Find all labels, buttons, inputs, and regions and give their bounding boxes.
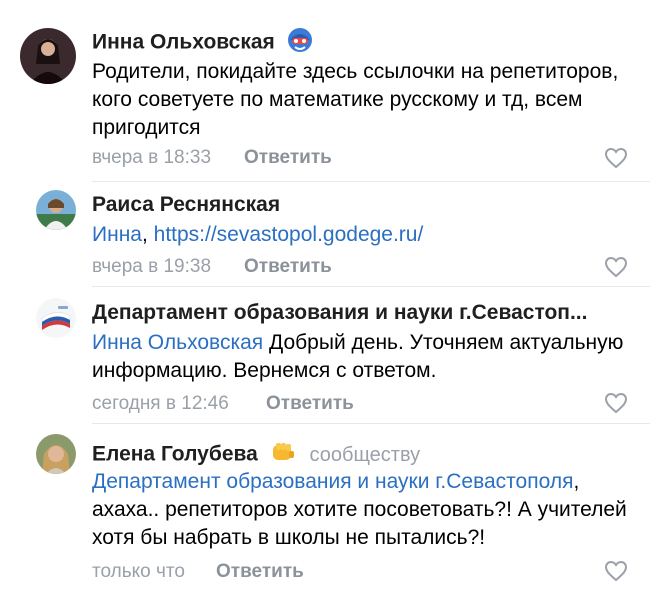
reply-button[interactable]: Ответить bbox=[244, 256, 332, 278]
mention-link[interactable]: Департамент образования и науки г.Севаст… bbox=[92, 470, 573, 493]
comment-time: вчера в 19:38 bbox=[92, 256, 212, 277]
comment-time: только что bbox=[92, 561, 185, 582]
comment-text: Родители, покидайте здесь ссылочки на ре… bbox=[92, 60, 619, 139]
mention-link[interactable]: Инна bbox=[92, 223, 142, 246]
recipient-tag: сообществу bbox=[309, 443, 421, 466]
avatar[interactable] bbox=[20, 28, 76, 84]
comment-text: Инна, https://sevastopol.godege.ru/ bbox=[92, 223, 424, 246]
like-heart-icon[interactable] bbox=[604, 392, 628, 414]
url-link[interactable]: https://sevastopol.godege.ru/ bbox=[154, 223, 424, 246]
avatar[interactable] bbox=[36, 190, 76, 230]
like-heart-icon[interactable] bbox=[604, 560, 628, 582]
author-name[interactable]: Инна Ольховская bbox=[92, 31, 275, 54]
avatar[interactable] bbox=[36, 434, 76, 474]
fist-emoji-icon bbox=[270, 440, 296, 470]
comment-author[interactable]: Елена Голубева сообществу bbox=[92, 440, 420, 470]
reply-button[interactable]: Ответить bbox=[244, 147, 332, 169]
author-name[interactable]: Елена Голубева bbox=[92, 443, 258, 466]
hero-badge-icon bbox=[287, 26, 313, 60]
divider bbox=[92, 286, 650, 287]
reply-button[interactable]: Ответить bbox=[216, 561, 304, 583]
comment-text: Департамент образования и науки г.Севаст… bbox=[92, 468, 630, 552]
comment-time: вчера в 18:33 bbox=[92, 147, 212, 168]
like-heart-icon[interactable] bbox=[604, 256, 628, 278]
avatar[interactable] bbox=[36, 298, 76, 338]
comment-author[interactable]: Раиса Реснянская bbox=[92, 193, 280, 217]
mention-link[interactable]: Инна Ольховская bbox=[92, 331, 263, 354]
reply-button[interactable]: Ответить bbox=[266, 393, 354, 415]
comment-author[interactable]: Департамент образования и науки г.Севаст… bbox=[92, 301, 587, 325]
comment-text: Инна Ольховская Добрый день. Уточняем ак… bbox=[92, 329, 630, 385]
comment-time: сегодня в 12:46 bbox=[92, 393, 229, 414]
divider bbox=[92, 181, 650, 182]
comment-author[interactable]: Инна Ольховская bbox=[92, 26, 313, 60]
divider bbox=[92, 423, 650, 424]
like-heart-icon[interactable] bbox=[604, 147, 628, 169]
